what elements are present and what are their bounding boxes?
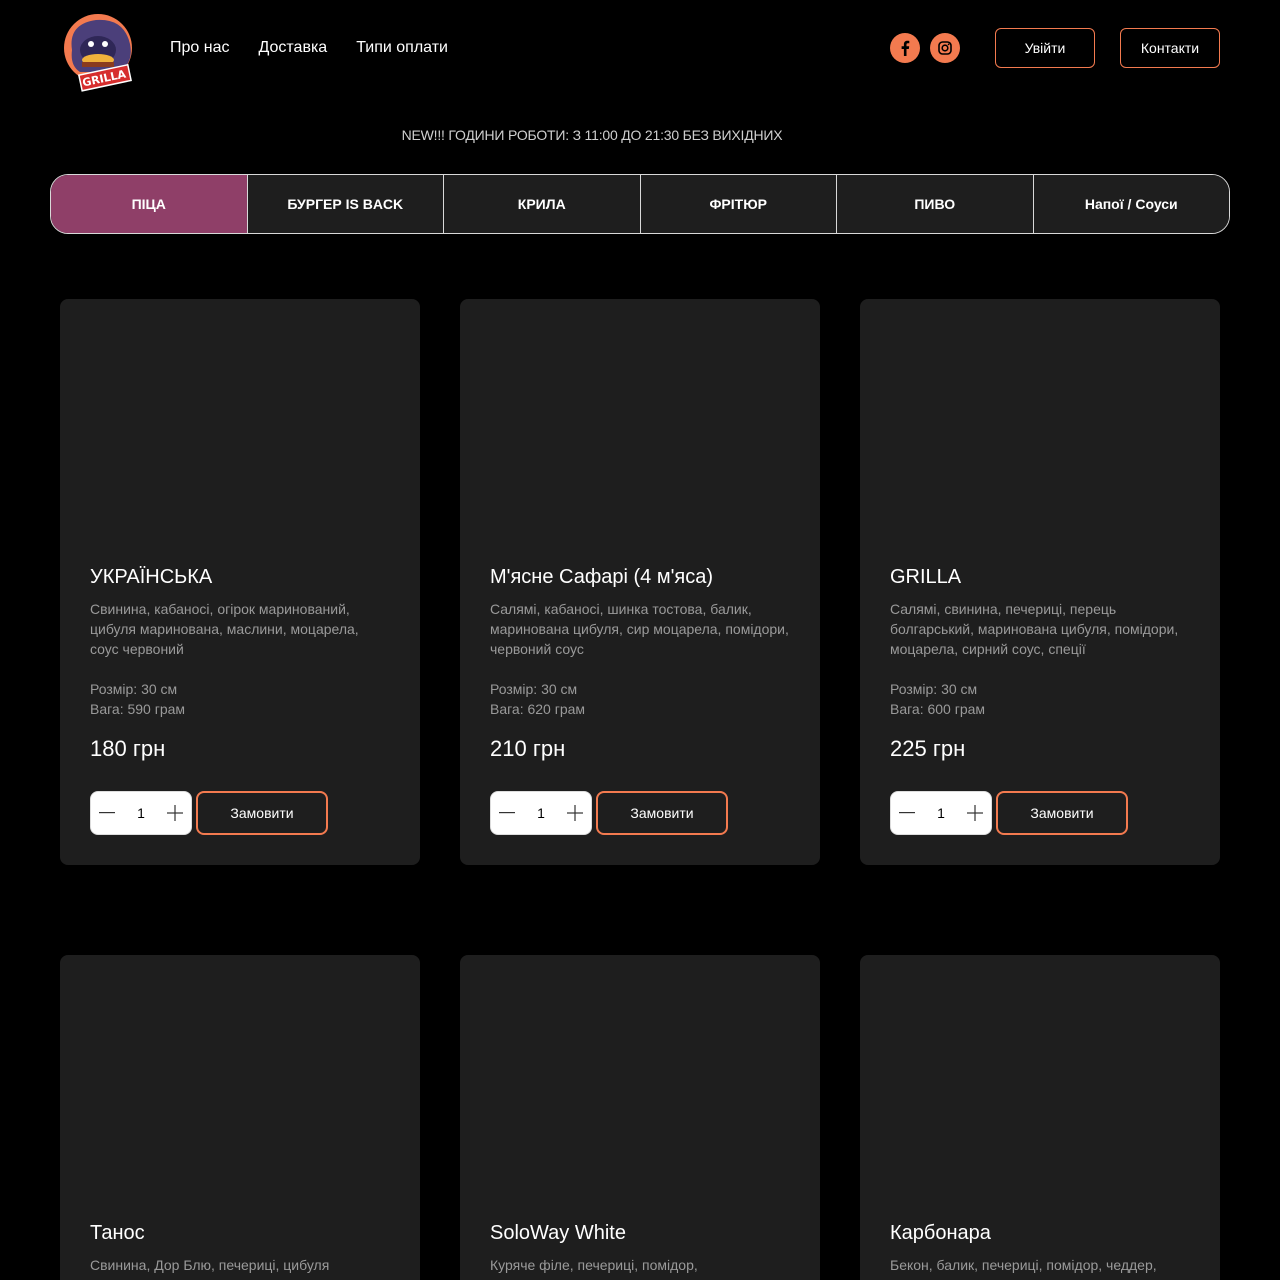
tab-burger[interactable]: БУРГЕР IS BACK (246, 175, 443, 233)
tab-pizza[interactable]: ПІЦА (51, 175, 247, 233)
quantity-input[interactable] (926, 805, 956, 821)
order-button[interactable]: Замовити (596, 791, 728, 835)
nav-delivery[interactable]: Доставка (258, 38, 327, 58)
product-image[interactable] (860, 299, 1220, 559)
tab-wings[interactable]: КРИЛА (443, 175, 640, 233)
order-button[interactable]: Замовити (196, 791, 328, 835)
product-description: Свинина, кабаносі, огірок маринований, ц… (90, 601, 359, 657)
minus-icon[interactable] (98, 804, 116, 822)
quantity-stepper (90, 791, 192, 835)
minus-icon[interactable] (898, 804, 916, 822)
quantity-input[interactable] (526, 805, 556, 821)
tab-beer[interactable]: ПИВО (836, 175, 1033, 233)
product-card: Танос Свинина, Дор Блю, печериці, цибуля (60, 955, 420, 1280)
product-title: М'ясне Сафарі (4 м'яса) (490, 566, 714, 588)
tab-drinks-sauces[interactable]: Напої / Соуси (1032, 175, 1229, 233)
quantity-stepper (490, 791, 592, 835)
product-title: Карбонара (890, 1222, 991, 1244)
facebook-icon[interactable] (890, 33, 920, 63)
product-title: GRILLA (890, 566, 962, 588)
login-button[interactable]: Увійти (995, 28, 1095, 68)
plus-icon[interactable] (166, 804, 184, 822)
plus-icon[interactable] (566, 804, 584, 822)
product-price: 225 грн (890, 736, 966, 761)
product-card: Карбонара Бекон, балик, печериці, помідо… (860, 955, 1220, 1280)
product-image[interactable] (60, 955, 420, 1215)
announcement-banner: NEW!!! ГОДИНИ РОБОТИ: З 11:00 ДО 21:30 Б… (401, 127, 783, 143)
social-links (890, 33, 960, 63)
product-description: Куряче філе, печериці, помідор, (490, 1257, 698, 1273)
product-card: SoloWay White Куряче філе, печериці, пом… (460, 955, 820, 1280)
product-image[interactable] (460, 299, 820, 559)
plus-icon[interactable] (966, 804, 984, 822)
minus-icon[interactable] (498, 804, 516, 822)
product-description: Салямі, свинина, печериці, перець болгар… (890, 601, 1179, 657)
product-size: Розмір: 30 см (890, 681, 978, 697)
product-title: SoloWay White (490, 1222, 626, 1244)
main-nav: Про нас Доставка Типи оплати (170, 38, 448, 58)
product-price: 180 грн (90, 736, 166, 761)
product-card: УКРАЇНСЬКА Свинина, кабаносі, огірок мар… (60, 299, 420, 865)
site-header: GRILLA Про нас Доставка Типи оплати Увій… (0, 0, 1280, 100)
grilla-logo[interactable]: GRILLA (58, 10, 142, 94)
product-image[interactable] (860, 955, 1220, 1215)
product-price: 210 грн (490, 736, 566, 761)
product-image[interactable] (60, 299, 420, 559)
quantity-stepper (890, 791, 992, 835)
nav-payment-types[interactable]: Типи оплати (356, 38, 448, 58)
product-description: Салямі, кабаносі, шинка тостова, балик, … (490, 601, 789, 657)
product-card: GRILLA Салямі, свинина, печериці, перець… (860, 299, 1220, 865)
contacts-button[interactable]: Контакти (1120, 28, 1220, 68)
product-size: Розмір: 30 см (490, 681, 578, 697)
product-weight: Вага: 600 грам (890, 701, 986, 717)
product-weight: Вага: 590 грам (90, 701, 186, 717)
tab-fries[interactable]: ФРІТЮР (639, 175, 836, 233)
product-weight: Вага: 620 грам (490, 701, 586, 717)
product-image[interactable] (460, 955, 820, 1215)
product-description: Свинина, Дор Блю, печериці, цибуля (90, 1257, 330, 1273)
nav-about[interactable]: Про нас (170, 38, 229, 58)
product-card: М'ясне Сафарі (4 м'яса) Салямі, кабаносі… (460, 299, 820, 865)
order-button[interactable]: Замовити (996, 791, 1128, 835)
product-title: УКРАЇНСЬКА (90, 566, 213, 588)
product-size: Розмір: 30 см (90, 681, 178, 697)
product-title: Танос (90, 1222, 145, 1244)
product-description: Бекон, балик, печериці, помідор, чеддер, (890, 1257, 1157, 1273)
instagram-icon[interactable] (930, 33, 960, 63)
quantity-input[interactable] (126, 805, 156, 821)
category-tabs: ПІЦА БУРГЕР IS BACK КРИЛА ФРІТЮР ПИВО На… (50, 174, 1230, 234)
